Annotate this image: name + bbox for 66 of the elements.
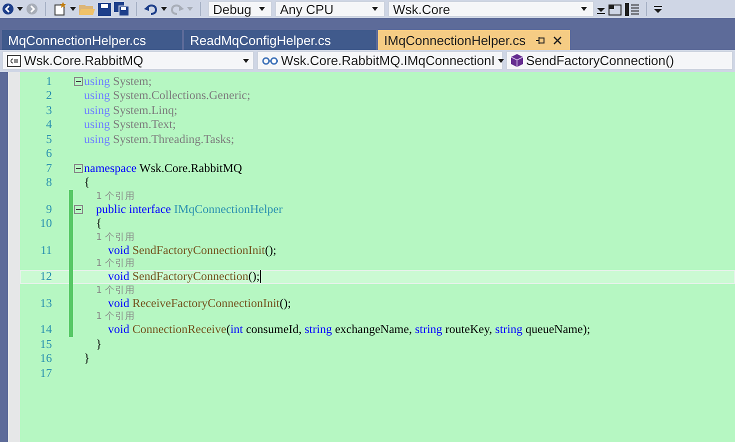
caret-icon	[581, 7, 587, 11]
undo-icon[interactable]	[144, 3, 158, 15]
file-tab[interactable]: MqConnectionHelper.cs	[2, 30, 182, 50]
pin-icon[interactable]	[536, 36, 545, 44]
code-line: {	[95, 216, 102, 232]
collapse-icon[interactable]	[74, 76, 83, 86]
save-icon[interactable]	[98, 2, 111, 16]
code-line: using System.Linq;	[84, 102, 178, 118]
type-dropdown[interactable]: Wsk.Core.RabbitMQ.IMqConnectionI	[257, 51, 503, 70]
code-line: public interface IMqConnectionHelper	[95, 202, 283, 217]
window-layout-icon[interactable]	[608, 2, 622, 16]
dropdown-caret-icon[interactable]	[161, 7, 167, 11]
code-line: using System;	[84, 74, 152, 89]
caret-icon	[259, 7, 265, 11]
code-line: void SendFactoryConnectionInit();	[107, 242, 276, 258]
caret-icon	[243, 58, 249, 62]
code-line: }	[95, 336, 102, 352]
close-icon[interactable]	[552, 36, 562, 44]
list-icon[interactable]	[625, 2, 639, 16]
code-line: void ConnectionReceive(int consumeId, string exchangeName, string routeKey, string queueName);	[107, 322, 590, 338]
platform-dropdown[interactable]: Any CPU	[275, 1, 385, 17]
file-tab[interactable]: ReadMqConfigHelper.cs	[184, 30, 376, 50]
code-line: {	[84, 175, 90, 190]
save-all-icon[interactable]	[114, 2, 129, 16]
line-number: 11	[39, 242, 52, 258]
code-line: void ReceiveFactoryConnectionInit();	[107, 296, 291, 311]
line-number: 16	[39, 351, 52, 366]
line-number: 4	[45, 117, 52, 132]
back-icon[interactable]	[2, 3, 14, 15]
configuration-dropdown[interactable]: Debug	[208, 1, 272, 17]
code-line: void SendFactoryConnection();	[107, 269, 261, 284]
new-project-icon[interactable]	[53, 2, 67, 16]
startup-project-dropdown[interactable]: Wsk.Core	[388, 1, 594, 17]
member-dropdown[interactable]: SendFactoryConnection()	[506, 51, 733, 70]
cube-icon	[511, 54, 523, 67]
line-number: 8	[45, 175, 52, 190]
interface-icon	[262, 56, 278, 66]
line-number: 17	[39, 366, 52, 381]
overflow-icon[interactable]	[654, 4, 662, 14]
code-line: using System.Collections.Generic;	[84, 88, 250, 104]
line-number: 12	[39, 269, 52, 284]
dropdown-caret-icon	[187, 7, 193, 11]
csharp-file-icon	[7, 54, 21, 66]
code-line: using System.Text;	[84, 117, 176, 132]
line-number: 2	[45, 88, 52, 104]
dropdown-caret-icon[interactable]	[17, 7, 23, 11]
collapse-icon[interactable]	[74, 164, 83, 173]
dropdown-caret-icon[interactable]	[70, 7, 76, 11]
line-number: 5	[45, 132, 52, 147]
caret-icon	[372, 7, 378, 11]
line-number: 13	[39, 296, 52, 311]
code-line: namespace Wsk.Core.RabbitMQ	[84, 160, 242, 176]
line-number: 10	[39, 216, 52, 232]
line-number: 14	[39, 322, 52, 338]
project-dropdown[interactable]: Wsk.Core.RabbitMQ	[2, 51, 254, 70]
collapse-icon[interactable]	[74, 204, 83, 214]
code-line: }	[84, 351, 90, 366]
code-line: using System.Threading.Tasks;	[84, 132, 234, 147]
line-number: 6	[45, 146, 52, 162]
line-number: 3	[45, 102, 52, 118]
line-number: 1	[45, 74, 52, 89]
line-number: 7	[45, 160, 52, 176]
file-tab[interactable]: IMqConnectionHelper.cs	[378, 30, 570, 50]
line-number: 9	[45, 202, 52, 217]
caret-icon	[498, 58, 504, 62]
line-number: 15	[39, 336, 52, 352]
